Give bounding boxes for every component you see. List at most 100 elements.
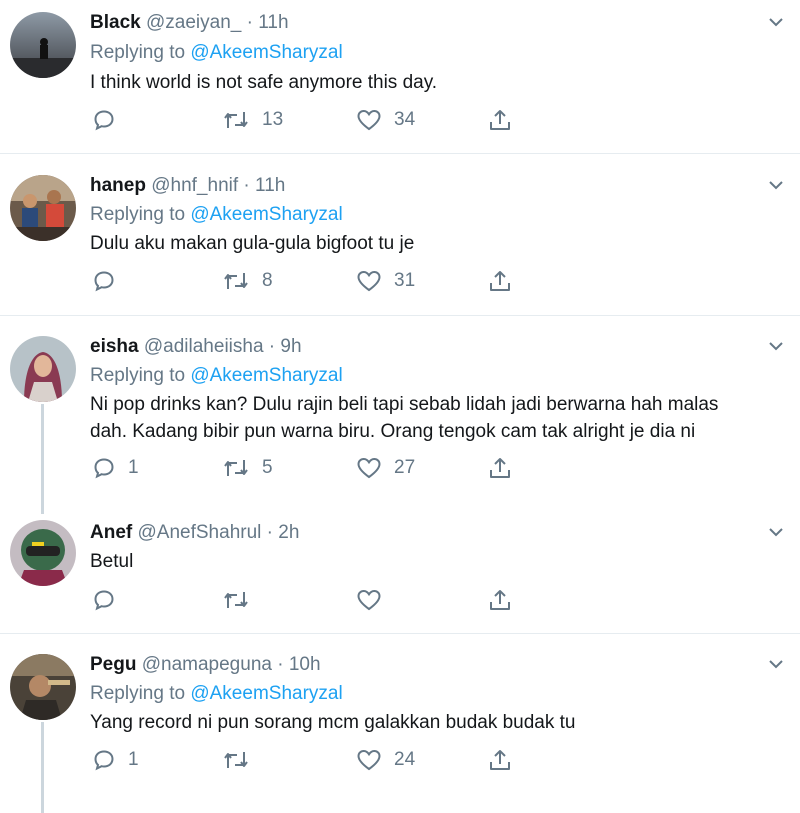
timestamp[interactable]: 2h — [278, 522, 299, 543]
chevron-down-icon[interactable] — [766, 175, 786, 195]
tweet-text: Yang record ni pun sorang mcm galakkan b… — [90, 712, 576, 733]
user-handle[interactable]: @zaeiyan_ — [146, 12, 241, 33]
tweet-3[interactable]: eisha @adilaheiisha · 9h Replying to @Ak… — [0, 334, 800, 494]
retweet-icon — [224, 273, 248, 289]
tweet-2[interactable]: hanep @hnf_hnif · 11h Replying to @Akeem… — [0, 173, 800, 313]
share-icon — [490, 110, 510, 130]
avatar[interactable] — [10, 654, 76, 720]
like-count: 24 — [394, 749, 416, 770]
like-count: 34 — [394, 109, 416, 130]
avatar[interactable] — [10, 175, 76, 241]
reply-button[interactable] — [92, 106, 128, 134]
tweet-header: eisha @adilaheiisha · 9h — [90, 334, 302, 360]
user-handle[interactable]: @hnf_hnif — [151, 175, 238, 196]
like-icon — [357, 749, 381, 771]
separator-dot: · — [268, 336, 276, 357]
share-button[interactable] — [488, 106, 512, 134]
chevron-down-icon[interactable] — [766, 522, 786, 542]
tweet-5[interactable]: Pegu @namapeguna · 10h Replying to @Akee… — [0, 652, 800, 792]
share-button[interactable] — [488, 267, 512, 295]
separator-dot: · — [266, 522, 273, 543]
replying-label: Replying to — [90, 204, 186, 225]
reply-count: 1 — [128, 457, 139, 478]
avatar[interactable] — [10, 12, 76, 78]
like-icon — [357, 457, 381, 479]
retweet-icon — [224, 592, 248, 608]
user-handle[interactable]: @namapeguna — [142, 654, 272, 675]
separator-dot: · — [277, 654, 284, 675]
like-button[interactable]: 24 — [356, 746, 415, 774]
replying-to: Replying to @AkeemSharyzal — [90, 681, 343, 707]
user-handle[interactable]: @AnefShahrul — [138, 522, 262, 543]
replying-handle-link[interactable]: @AkeemSharyzal — [190, 683, 342, 704]
replying-handle-link[interactable]: @AkeemSharyzal — [190, 42, 342, 63]
timestamp[interactable]: 11h — [258, 12, 288, 33]
reply-count: 1 — [128, 749, 139, 770]
replying-handle-link[interactable]: @AkeemSharyzal — [190, 204, 342, 225]
replying-handle-link[interactable]: @AkeemSharyzal — [190, 365, 342, 386]
reply-icon — [94, 590, 114, 611]
display-name[interactable]: Anef — [90, 522, 132, 543]
retweet-count: 5 — [262, 457, 273, 478]
like-button[interactable] — [356, 586, 394, 614]
separator-dot: · — [243, 175, 250, 196]
timestamp[interactable]: 10h — [289, 654, 321, 675]
tweet-text: Ni pop drinks kan? Dulu rajin beli tapi … — [90, 391, 770, 445]
tweet-actions: 1 24 — [90, 746, 540, 774]
display-name[interactable]: Pegu — [90, 654, 136, 675]
chevron-down-icon[interactable] — [766, 654, 786, 674]
timestamp[interactable]: 9h — [280, 336, 301, 357]
display-name[interactable]: eisha — [90, 336, 139, 357]
replying-to: Replying to @AkeemSharyzal — [90, 202, 343, 228]
like-button[interactable]: 31 — [356, 267, 415, 295]
like-button[interactable]: 27 — [356, 454, 415, 482]
divider — [0, 153, 800, 154]
reply-button[interactable] — [92, 586, 128, 614]
avatar[interactable] — [10, 336, 76, 402]
like-icon — [357, 589, 381, 611]
tweet-actions: 13 34 — [90, 106, 540, 134]
reply-button[interactable]: 1 — [92, 454, 139, 482]
tweet-text-line: Ni pop drinks kan? Dulu rajin beli tapi … — [90, 394, 719, 415]
tweet-header: Black @zaeiyan_ · 11h — [90, 10, 289, 36]
reply-icon — [94, 271, 114, 292]
retweet-button[interactable]: 8 — [222, 267, 273, 295]
like-button[interactable]: 34 — [356, 106, 415, 134]
chevron-down-icon[interactable] — [766, 12, 786, 32]
share-icon — [490, 458, 510, 478]
retweet-button[interactable] — [222, 746, 262, 774]
retweet-button[interactable]: 5 — [222, 454, 273, 482]
retweet-button[interactable] — [222, 586, 262, 614]
user-handle[interactable]: @adilaheiisha — [144, 336, 264, 357]
replying-label: Replying to — [90, 42, 186, 63]
like-count: 31 — [394, 270, 416, 291]
replying-to: Replying to @AkeemSharyzal — [90, 40, 343, 66]
retweet-count: 13 — [262, 109, 284, 130]
reply-button[interactable] — [92, 267, 128, 295]
replying-label: Replying to — [90, 365, 186, 386]
tweet-header: Anef @AnefShahrul · 2h — [90, 520, 299, 546]
tweet-actions: 8 31 — [90, 267, 540, 295]
replying-label: Replying to — [90, 683, 186, 704]
tweet-1[interactable]: Black @zaeiyan_ · 11h Replying to @Akeem… — [0, 10, 800, 150]
share-button[interactable] — [488, 586, 512, 614]
chevron-down-icon[interactable] — [766, 336, 786, 356]
tweet-header: hanep @hnf_hnif · 11h — [90, 173, 285, 199]
tweet-header: Pegu @namapeguna · 10h — [90, 652, 321, 678]
divider — [0, 633, 800, 634]
retweet-icon — [224, 112, 248, 128]
reply-button[interactable]: 1 — [92, 746, 139, 774]
display-name[interactable]: Black — [90, 12, 141, 33]
avatar[interactable] — [10, 520, 76, 586]
retweet-button[interactable]: 13 — [222, 106, 283, 134]
reply-icon — [94, 458, 114, 479]
replying-to: Replying to @AkeemSharyzal — [90, 363, 343, 389]
tweet-4[interactable]: Anef @AnefShahrul · 2h Betul — [0, 520, 800, 620]
share-button[interactable] — [488, 454, 512, 482]
timestamp[interactable]: 11h — [255, 175, 285, 196]
share-button[interactable] — [488, 746, 512, 774]
retweet-count: 8 — [262, 270, 273, 291]
display-name[interactable]: hanep — [90, 175, 146, 196]
like-icon — [357, 270, 381, 292]
retweet-icon — [224, 752, 248, 768]
